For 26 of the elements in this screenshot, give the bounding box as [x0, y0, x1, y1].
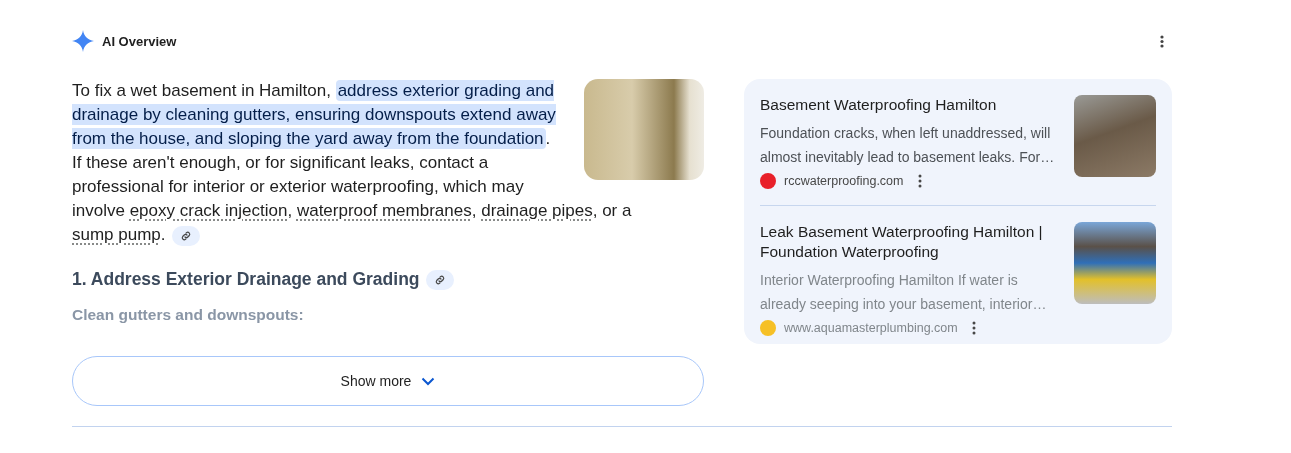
- term-link[interactable]: drainage pipes: [481, 201, 593, 220]
- link-icon: [433, 273, 446, 286]
- show-more-button[interactable]: Show more: [72, 356, 704, 406]
- site-name[interactable]: rccwaterproofing.com: [784, 174, 904, 188]
- result-title[interactable]: Leak Basement Waterproofing Hamilton | Foundation Waterproofing: [760, 222, 1058, 262]
- result-title[interactable]: Basement Waterproofing Hamilton: [760, 95, 1058, 115]
- term-link[interactable]: waterproof membranes: [296, 201, 472, 220]
- more-options-icon[interactable]: [917, 174, 922, 188]
- section-subheading: Clean gutters and downspouts:: [72, 306, 305, 324]
- result-snippet: Foundation cracks, when left unaddressed, will almost inevitably lead to basement leaks. For…: [760, 124, 1056, 167]
- term-link[interactable]: epoxy crack injection: [129, 201, 288, 220]
- chevron-down-icon: [421, 376, 436, 386]
- more-options-icon[interactable]: [971, 321, 976, 335]
- term-link[interactable]: sump pump: [72, 225, 161, 244]
- more-options-icon[interactable]: [1160, 34, 1164, 48]
- sparkle-icon: [72, 30, 94, 52]
- link-button[interactable]: [171, 225, 200, 246]
- photo-placeholder[interactable]: [1074, 222, 1156, 304]
- photo-placeholder[interactable]: [584, 79, 704, 180]
- link-icon: [179, 229, 192, 242]
- link-button[interactable]: [425, 269, 454, 290]
- result-snippet: Interior Waterproofing Hamilton If water is already seeping into your basement, interior…: [760, 271, 1048, 314]
- section-heading: 1. Address Exterior Drainage and Grading: [72, 269, 420, 290]
- overview-title: AI Overview: [102, 33, 177, 49]
- summary-paragraph: To fix a wet basement in Hamilton, address exterior grading and drainage by cleaning gutters, ensuring downspouts extend away from the house, and sloping the yard away from the foundation. If these aren't enough, or for significant leaks, contact a professional for interior or exterior waterproofing, which may involve epoxy crack injection, waterproof membranes, drainage pipes, or a sump pump.: [72, 79, 633, 247]
- site-name[interactable]: www.aquamasterplumbing.com: [784, 321, 958, 335]
